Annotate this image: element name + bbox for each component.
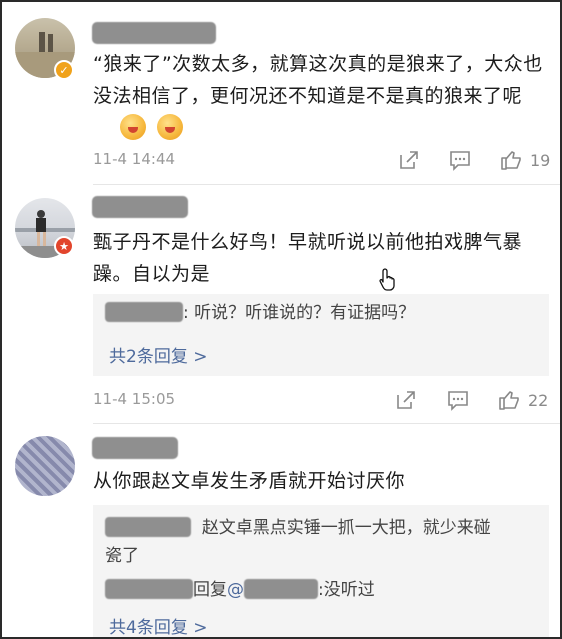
reply-item[interactable]: 回复@ :没听过 (105, 575, 375, 605)
more-replies-link[interactable]: 共4条回复 > (109, 613, 207, 637)
comment-item: ✓ “狼来了”次数太多，就算这次真的是狼来了，大众也没法相信了，更何况还不知道是… (2, 2, 560, 184)
reply-button[interactable] (448, 148, 472, 172)
username-redacted[interactable] (92, 22, 216, 44)
reply-to-label: 回复 (193, 580, 227, 600)
reply-button[interactable] (446, 388, 470, 412)
avatar[interactable] (15, 436, 75, 496)
share-icon (400, 151, 418, 169)
like-count: 22 (528, 390, 549, 410)
comment-icon (448, 391, 468, 411)
like-button[interactable]: 22 (498, 388, 548, 412)
share-button[interactable] (395, 388, 417, 412)
username-redacted[interactable] (92, 196, 188, 218)
mention-username-redacted[interactable] (244, 579, 318, 599)
reply-box: : 听说？听谁说的？有证据吗？ 共2条回复 > (93, 294, 549, 376)
emoji-icon (120, 114, 146, 140)
comment-text: “狼来了”次数太多，就算这次真的是狼来了，大众也没法相信了，更何况还不知道是不是… (93, 53, 543, 107)
reply-text-continued: 瓷了 (105, 546, 139, 566)
reply-text: 赵文卓黑点实锤一抓一大把，就少来碰 (201, 518, 491, 538)
like-button[interactable]: 19 (500, 148, 550, 172)
share-button[interactable] (398, 148, 420, 172)
avatar-image (15, 436, 75, 496)
reply-item[interactable]: 赵文卓黑点实锤一抓一大把，就少来碰 (105, 513, 491, 543)
member-badge-icon: ★ (54, 236, 74, 256)
reply-text: :没听过 (318, 580, 375, 600)
comment-time: 11-4 14:44 (93, 150, 176, 168)
mention-link[interactable]: @ (227, 580, 244, 600)
comment-icon (450, 151, 470, 171)
comment-text: 从你跟赵文卓发生矛盾就开始讨厌你 (93, 470, 406, 492)
comment-list: ✓ “狼来了”次数太多，就算这次真的是狼来了，大众也没法相信了，更何况还不知道是… (0, 0, 562, 639)
share-icon (397, 391, 415, 409)
comment-text: 甄子丹不是什么好鸟！早就听说以前他拍戏脾气暴躁。自以为是 (93, 231, 523, 285)
emoji-pair (116, 114, 184, 140)
comment-meta: 11-4 15:05 22 (93, 388, 551, 412)
comment-item: ★ 甄子丹不是什么好鸟！早就听说以前他拍戏脾气暴躁。自以为是 : 听说？听谁说的… (2, 184, 560, 419)
more-replies-link[interactable]: 共2条回复 > (109, 342, 207, 367)
comment-meta: 11-4 14:44 19 (93, 148, 551, 172)
comment-time: 11-4 15:05 (93, 390, 176, 408)
username-redacted[interactable] (92, 437, 178, 459)
thumbs-up-icon (501, 151, 521, 170)
reply-username-redacted[interactable] (105, 302, 183, 322)
like-count: 19 (530, 150, 551, 170)
reply-item[interactable]: : 听说？听谁说的？有证据吗？ (105, 298, 415, 328)
reply-username-redacted[interactable] (105, 579, 193, 599)
hand-cursor-icon (379, 268, 395, 291)
reply-username-redacted[interactable] (105, 517, 191, 537)
verified-badge-icon: ✓ (54, 60, 74, 80)
reply-box: 赵文卓黑点实锤一抓一大把，就少来碰 瓷了 回复@ :没听过 共4条回复 > (93, 505, 549, 637)
reply-text: : 听说？听谁说的？有证据吗？ (183, 303, 416, 323)
comment-item: 从你跟赵文卓发生矛盾就开始讨厌你 赵文卓黑点实锤一抓一大把，就少来碰 瓷了 回复… (2, 423, 560, 637)
emoji-icon (157, 114, 184, 140)
thumbs-up-icon (499, 391, 519, 410)
